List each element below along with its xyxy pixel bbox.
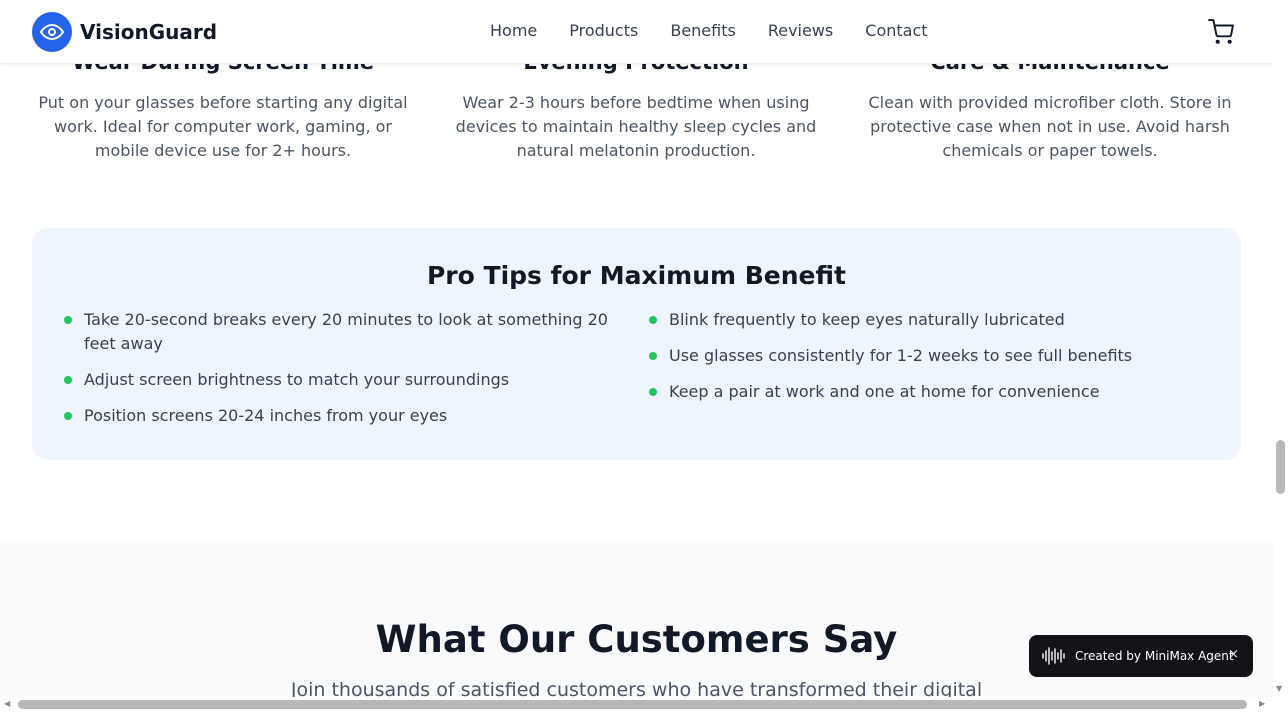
list-item: Adjust screen brightness to match your s… xyxy=(64,368,624,392)
tip-text: Adjust screen brightness to match your s… xyxy=(84,370,510,389)
tip-text: Blink frequently to keep eyes naturally … xyxy=(669,310,1065,329)
bullet-dot-icon xyxy=(649,388,657,396)
testimonials-section: What Our Customers Say Join thousands of… xyxy=(0,540,1273,712)
scroll-down-arrow-icon[interactable]: ▼ xyxy=(1276,684,1282,694)
close-icon[interactable]: × xyxy=(1228,647,1239,663)
nav-contact[interactable]: Contact xyxy=(865,20,927,42)
bullet-dot-icon xyxy=(64,412,72,420)
minimax-badge[interactable]: Created by MiniMax Agent × xyxy=(1029,635,1253,677)
nav-reviews[interactable]: Reviews xyxy=(768,20,833,42)
tips-list-right: Blink frequently to keep eyes naturally … xyxy=(649,308,1209,416)
site-header: VisionGuard Home Products Benefits Revie… xyxy=(0,0,1273,64)
nav-products[interactable]: Products xyxy=(569,20,638,42)
badge-label: Created by MiniMax Agent xyxy=(1075,649,1234,663)
pro-tips-title: Pro Tips for Maximum Benefit xyxy=(426,261,846,290)
list-item: Take 20-second breaks every 20 minutes t… xyxy=(64,308,624,356)
waveform-icon xyxy=(1042,647,1065,665)
horizontal-scrollbar[interactable]: ◀ ▶ xyxy=(0,697,1273,712)
main-nav: Home Products Benefits Reviews Contact xyxy=(490,20,928,42)
scroll-left-arrow-icon[interactable]: ◀ xyxy=(4,699,10,709)
tip-text: Keep a pair at work and one at home for … xyxy=(669,382,1100,401)
tip-text: Take 20-second breaks every 20 minutes t… xyxy=(84,310,608,353)
tip-text: Position screens 20-24 inches from your … xyxy=(84,406,448,425)
usage-card-text: Put on your glasses before starting any … xyxy=(38,93,408,160)
tip-text: Use glasses consistently for 1-2 weeks t… xyxy=(669,346,1133,365)
page: Wear During Screen Time Put on your glas… xyxy=(0,0,1273,712)
nav-benefits[interactable]: Benefits xyxy=(670,20,736,42)
vertical-scrollbar[interactable]: ▼ xyxy=(1273,0,1288,697)
brand-name[interactable]: VisionGuard xyxy=(80,19,217,45)
list-item: Use glasses consistently for 1-2 weeks t… xyxy=(649,344,1209,368)
nav-home[interactable]: Home xyxy=(490,20,537,42)
bullet-dot-icon xyxy=(649,352,657,360)
usage-card-text: Clean with provided microfiber cloth. St… xyxy=(868,93,1232,160)
tips-list-left: Take 20-second breaks every 20 minutes t… xyxy=(64,308,624,440)
horizontal-scrollbar-thumb[interactable] xyxy=(18,700,1247,709)
bullet-dot-icon xyxy=(649,316,657,324)
scrollbar-corner xyxy=(1273,697,1288,712)
cart-icon[interactable] xyxy=(1208,19,1234,45)
list-item: Position screens 20-24 inches from your … xyxy=(64,404,624,428)
eye-icon[interactable] xyxy=(32,12,72,52)
bullet-dot-icon xyxy=(64,376,72,384)
bullet-dot-icon xyxy=(64,316,72,324)
pro-tips-panel: Pro Tips for Maximum Benefit Take 20-sec… xyxy=(32,228,1241,460)
scroll-right-arrow-icon[interactable]: ▶ xyxy=(1259,699,1265,709)
usage-card-text: Wear 2-3 hours before bedtime when using… xyxy=(455,93,817,160)
list-item: Keep a pair at work and one at home for … xyxy=(649,380,1209,404)
list-item: Blink frequently to keep eyes naturally … xyxy=(649,308,1209,332)
vertical-scrollbar-thumb[interactable] xyxy=(1276,440,1285,494)
